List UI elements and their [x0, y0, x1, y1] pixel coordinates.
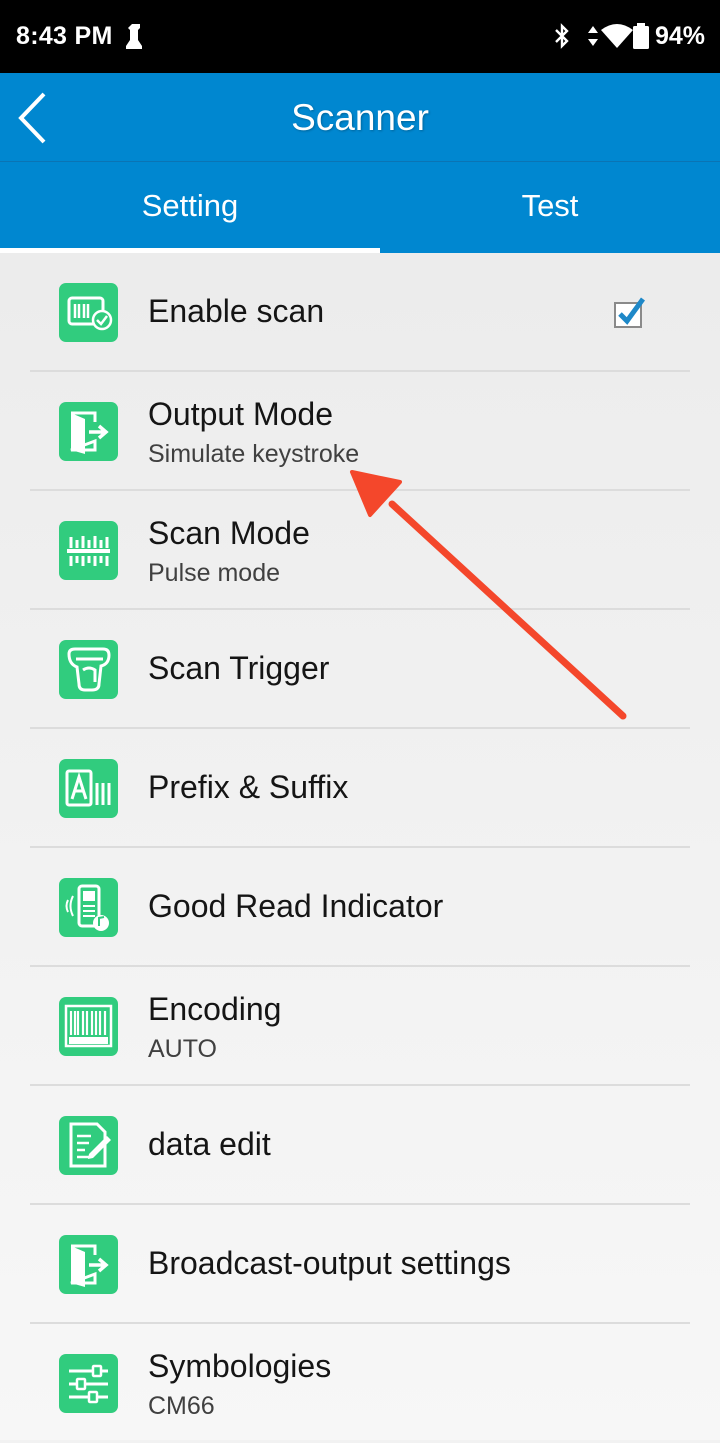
- setting-row-encoding[interactable]: Encoding AUTO: [0, 967, 720, 1086]
- setting-row-broadcast-output[interactable]: Broadcast-output settings: [0, 1205, 720, 1324]
- setting-value: AUTO: [148, 1035, 217, 1063]
- status-bar: 8:43 PM 94%: [0, 0, 720, 73]
- scan-trigger-hand-icon: [59, 640, 118, 699]
- barcode-check-icon: [59, 283, 118, 342]
- sliders-icon: [59, 1354, 118, 1413]
- output-door-icon: [59, 402, 118, 461]
- tab-bar: Setting Test: [0, 161, 720, 253]
- setting-label: Good Read Indicator: [148, 888, 444, 924]
- setting-row-data-edit[interactable]: data edit: [0, 1086, 720, 1205]
- tab-setting[interactable]: Setting: [0, 162, 380, 254]
- battery-level: 94%: [655, 22, 706, 50]
- setting-row-scan-trigger[interactable]: Scan Trigger: [0, 610, 720, 729]
- setting-label: Prefix & Suffix: [148, 769, 349, 805]
- setting-label: Enable scan: [148, 293, 325, 329]
- data-transfer-icon: [588, 26, 598, 46]
- setting-value: Pulse mode: [148, 559, 281, 587]
- enable-scan-checkbox[interactable]: [613, 297, 645, 329]
- setting-label: Symbologies: [148, 1348, 332, 1384]
- setting-label: Output Mode: [148, 396, 333, 432]
- settings-list: Enable scan Output Mode Simulate keystro…: [0, 253, 720, 1440]
- barcode-number-icon: [59, 997, 118, 1056]
- chess-piece-icon: [126, 24, 142, 49]
- bluetooth-icon: [555, 23, 569, 49]
- setting-row-output-mode[interactable]: Output Mode Simulate keystroke: [0, 372, 720, 491]
- page-title: Scanner: [291, 97, 429, 138]
- setting-label: Scan Trigger: [148, 650, 330, 686]
- battery-icon: [633, 23, 649, 49]
- status-time: 8:43 PM: [16, 22, 113, 50]
- document-edit-icon: [59, 1116, 118, 1175]
- app-bar: Scanner: [0, 73, 720, 161]
- setting-row-symbologies[interactable]: Symbologies CM66: [0, 1324, 720, 1443]
- setting-label: Scan Mode: [148, 515, 310, 551]
- setting-row-enable-scan[interactable]: Enable scan: [0, 253, 720, 372]
- setting-row-good-read-indicator[interactable]: Good Read Indicator: [0, 848, 720, 967]
- setting-value: Simulate keystroke: [148, 440, 360, 468]
- output-door-icon: [59, 1235, 118, 1294]
- setting-label: Encoding: [148, 991, 282, 1027]
- scan-lines-icon: [59, 521, 118, 580]
- setting-row-scan-mode[interactable]: Scan Mode Pulse mode: [0, 491, 720, 610]
- prefix-suffix-icon: [59, 759, 118, 818]
- wifi-icon: [601, 24, 633, 48]
- setting-value: CM66: [148, 1392, 215, 1420]
- tab-test[interactable]: Test: [380, 162, 720, 254]
- phone-vibrate-sound-icon: [59, 878, 118, 937]
- setting-label: data edit: [148, 1126, 271, 1162]
- setting-label: Broadcast-output settings: [148, 1245, 511, 1281]
- setting-row-prefix-suffix[interactable]: Prefix & Suffix: [0, 729, 720, 848]
